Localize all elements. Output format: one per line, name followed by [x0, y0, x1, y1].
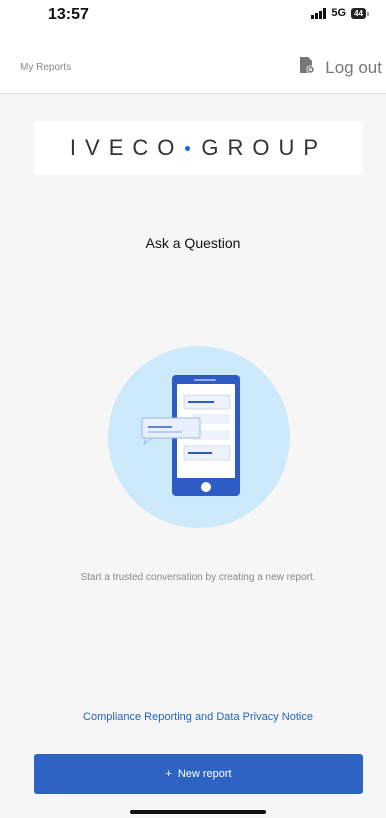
logo-dot: [185, 145, 191, 151]
home-indicator: [130, 810, 266, 814]
logout-label: Log out: [325, 57, 382, 77]
status-bar: 13:57 5G 44: [0, 0, 386, 36]
new-report-label: New report: [177, 768, 232, 780]
battery-icon: 44: [351, 7, 369, 19]
signal-icon: [311, 7, 327, 19]
network-type: 5G: [331, 7, 347, 19]
privacy-notice-link[interactable]: Compliance Reporting and Data Privacy No…: [0, 711, 386, 723]
company-logo: IVECO GROUP: [34, 121, 363, 175]
logout-button[interactable]: Log out: [299, 56, 382, 79]
status-indicators: 5G 44: [311, 7, 369, 19]
new-report-button[interactable]: + New report: [34, 754, 363, 794]
app-header: My Reports Log out: [0, 36, 386, 94]
chat-phone-illustration: [108, 346, 290, 528]
empty-state-message: Start a trusted conversation by creating…: [80, 572, 316, 583]
page-title: Ask a Question: [145, 235, 241, 251]
logo-text-right: GROUP: [201, 135, 328, 160]
logo-text-left: IVECO: [69, 135, 184, 160]
logo-wordmark: IVECO GROUP: [70, 135, 327, 161]
page-header-title: My Reports: [20, 62, 72, 73]
plus-icon: +: [165, 768, 172, 780]
logout-icon: [299, 56, 315, 79]
status-time: 13:57: [48, 6, 89, 23]
